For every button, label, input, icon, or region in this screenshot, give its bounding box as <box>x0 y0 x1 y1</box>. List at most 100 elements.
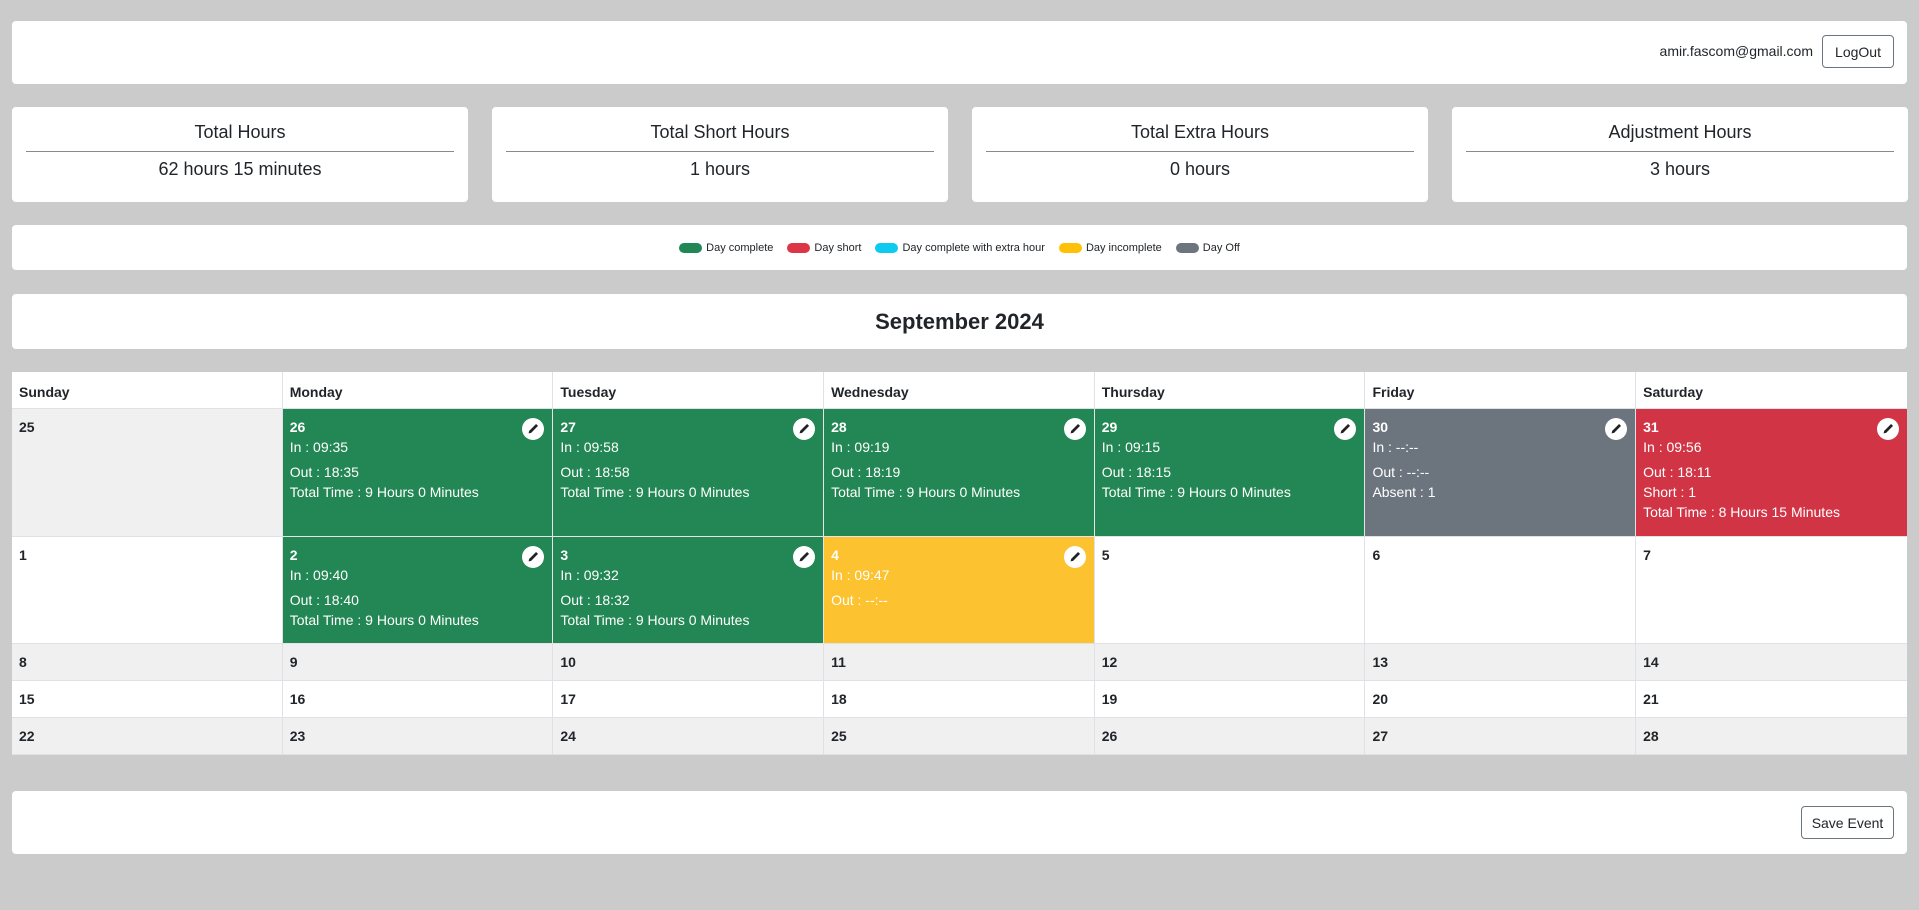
day-cell[interactable]: 17 <box>553 681 825 718</box>
weekday-sunday: Sunday <box>12 372 283 409</box>
day-cell[interactable]: 23 <box>282 718 554 755</box>
day-cell[interactable]: 22 <box>12 718 283 755</box>
day-cell[interactable]: 13 <box>1365 644 1637 681</box>
day-number: 27 <box>560 419 576 435</box>
edit-day-button[interactable] <box>522 546 545 568</box>
day-number: 4 <box>831 547 839 563</box>
stat-card-short-hours: Total Short Hours 1 hours <box>492 107 948 202</box>
day-cell[interactable]: 8 <box>12 644 283 681</box>
day-cell[interactable]: 16 <box>282 681 554 718</box>
day-cell[interactable]: 18 <box>824 681 1095 718</box>
day-cell[interactable]: 27 <box>1365 718 1637 755</box>
day-cell[interactable]: 21 <box>1636 681 1907 718</box>
day-number: 9 <box>289 654 298 670</box>
day-cell[interactable]: 6 <box>1365 537 1637 644</box>
edit-day-button[interactable] <box>1876 418 1899 440</box>
edit-day-button[interactable] <box>522 418 545 440</box>
weekday-wednesday: Wednesday <box>824 372 1095 409</box>
day-cell[interactable]: 25 <box>824 718 1095 755</box>
legend-item-extra-hour: Day complete with extra hour <box>875 242 1045 254</box>
legend-item-day-incomplete: Day incomplete <box>1058 241 1162 254</box>
day-cell-complete[interactable]: 28 In : 09:19 Out : 18:19 Total Time : 9… <box>824 409 1095 537</box>
total-time: Total Time : 9 Hours 0 Minutes <box>560 612 750 628</box>
stat-title: Total Short Hours <box>650 122 790 142</box>
week-row: 8 9 10 11 12 13 14 <box>12 644 1907 681</box>
day-cell-complete[interactable]: 27 In : 09:58 Out : 18:58 Total Time : 9… <box>553 409 825 537</box>
edit-day-button[interactable] <box>1334 418 1357 440</box>
day-cell[interactable]: 1 <box>12 537 283 644</box>
check-in: In : 09:15 <box>1101 439 1161 455</box>
check-in: In : 09:32 <box>560 567 619 583</box>
day-cell-off[interactable]: 30 In : --:-- Out : --:-- Absent : 1 <box>1365 409 1637 537</box>
day-number: 28 <box>1643 728 1659 744</box>
save-event-button[interactable]: Save Event <box>1801 806 1894 839</box>
logout-button[interactable]: LogOut <box>1822 35 1894 68</box>
total-time: Total Time : 9 Hours 0 Minutes <box>1101 484 1291 500</box>
calendar-grid: Sunday Monday Tuesday Wednesday Thursday… <box>12 372 1907 755</box>
weekday-tuesday: Tuesday <box>553 372 825 409</box>
day-number: 25 <box>19 419 35 435</box>
day-number: 2 <box>289 547 298 563</box>
day-number: 7 <box>1643 547 1651 563</box>
day-number: 19 <box>1101 691 1118 707</box>
pencil-icon <box>528 423 539 434</box>
week-row: 22 23 24 25 26 27 28 <box>12 718 1907 755</box>
day-cell[interactable]: 7 <box>1636 537 1907 644</box>
stat-card-adjustment-hours: Adjustment Hours 3 hours <box>1452 107 1908 202</box>
day-cell[interactable]: 9 <box>282 644 554 681</box>
day-cell[interactable]: 12 <box>1094 644 1366 681</box>
day-number: 22 <box>19 728 35 744</box>
day-cell-complete[interactable]: 29 In : 09:15 Out : 18:15 Total Time : 9… <box>1094 409 1366 537</box>
day-number: 3 <box>560 547 569 563</box>
day-cell[interactable]: 24 <box>553 718 825 755</box>
legend-swatch <box>875 242 899 253</box>
stat-card-total-hours: Total Hours 62 hours 15 minutes <box>12 107 468 202</box>
legend-label: Day short <box>814 241 862 254</box>
edit-day-button[interactable] <box>793 546 816 568</box>
day-cell[interactable]: 10 <box>553 644 825 681</box>
day-cell[interactable]: 25 <box>12 409 283 537</box>
day-cell[interactable]: 26 <box>1094 718 1366 755</box>
stat-value: 62 hours 15 minutes <box>158 159 322 179</box>
weekday-friday: Friday <box>1365 372 1637 409</box>
day-cell[interactable]: 20 <box>1365 681 1637 718</box>
month-title: September 2024 <box>875 309 1044 334</box>
edit-day-button[interactable] <box>1063 418 1086 440</box>
day-cell-short[interactable]: 31 In : 09:56 Out : 18:11 Short : 1 Tota… <box>1636 409 1907 537</box>
day-number: 10 <box>560 654 576 670</box>
day-number: 21 <box>1643 691 1659 707</box>
divider <box>26 151 454 152</box>
day-cell[interactable]: 11 <box>824 644 1095 681</box>
day-number: 18 <box>831 691 847 707</box>
edit-day-button[interactable] <box>1063 546 1086 568</box>
pencil-icon <box>528 551 539 562</box>
day-cell-complete[interactable]: 3 In : 09:32 Out : 18:32 Total Time : 9 … <box>553 537 825 644</box>
check-out: Out : 18:15 <box>1101 464 1172 480</box>
edit-day-button[interactable] <box>793 418 816 440</box>
day-number: 28 <box>831 419 847 435</box>
day-number: 20 <box>1372 691 1389 707</box>
legend-item-day-off: Day Off <box>1175 241 1240 254</box>
day-cell[interactable]: 15 <box>12 681 283 718</box>
day-number: 26 <box>289 419 306 435</box>
absent-count: Absent : 1 <box>1372 484 1436 500</box>
day-cell[interactable]: 5 <box>1094 537 1366 644</box>
edit-day-button[interactable] <box>1605 418 1628 440</box>
day-number: 26 <box>1101 728 1118 744</box>
divider <box>986 151 1414 152</box>
day-number: 13 <box>1372 654 1389 670</box>
legend: Day complete Day short Day complete with… <box>12 225 1907 270</box>
day-cell[interactable]: 14 <box>1636 644 1907 681</box>
day-number: 6 <box>1372 547 1381 563</box>
stat-title: Total Hours <box>194 122 286 142</box>
day-cell-complete[interactable]: 26 In : 09:35 Out : 18:35 Total Time : 9… <box>282 409 554 537</box>
day-cell-complete[interactable]: 2 In : 09:40 Out : 18:40 Total Time : 9 … <box>282 537 554 644</box>
day-number: 11 <box>831 654 846 670</box>
day-number: 5 <box>1101 547 1110 563</box>
legend-label: Day incomplete <box>1085 241 1162 254</box>
day-cell-incomplete[interactable]: 4 In : 09:47 Out : --:-- <box>824 537 1095 644</box>
legend-label: Day Off <box>1202 241 1240 254</box>
pencil-icon <box>1070 551 1080 562</box>
day-cell[interactable]: 19 <box>1094 681 1366 718</box>
day-cell[interactable]: 28 <box>1636 718 1907 755</box>
